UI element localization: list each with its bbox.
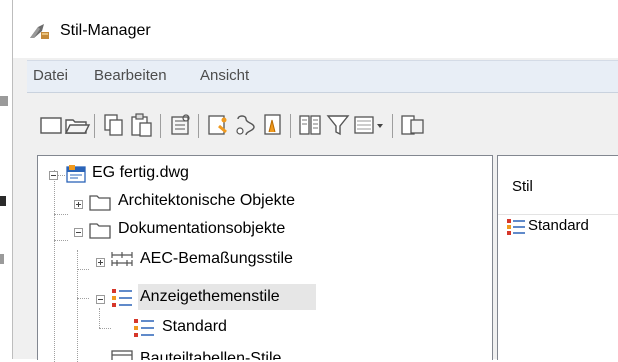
tree-item-documentation-objects[interactable]: Dokumentationsobjekte xyxy=(38,218,492,242)
tree-item-label: Standard xyxy=(162,318,227,335)
new-style-icon[interactable] xyxy=(204,111,232,139)
dimension-style-icon xyxy=(111,252,133,266)
toolbar-separator xyxy=(198,114,199,138)
filter-icon[interactable] xyxy=(324,111,352,139)
menu-ansicht[interactable]: Ansicht xyxy=(200,67,249,84)
toolbar-separator xyxy=(160,114,161,138)
tree-item-label: AEC-Bemaßungsstile xyxy=(140,250,293,267)
desktop-fragment xyxy=(0,96,8,106)
list-row[interactable]: Standard xyxy=(506,216,618,238)
tree-item-label: Dokumentationsobjekte xyxy=(118,220,286,237)
style-tree[interactable]: EG fertig.dwg Architektonische Objekte D… xyxy=(37,155,493,362)
title-bar[interactable]: Stil-Manager xyxy=(13,0,618,58)
display-theme-style-icon xyxy=(507,219,525,235)
style-manager-window: Stil-Manager Datei Bearbeiten Ansicht EG… xyxy=(12,0,618,362)
toolbar-separator xyxy=(392,114,393,138)
collapse-icon[interactable] xyxy=(96,295,105,304)
style-list-panel[interactable]: Stil Standard xyxy=(497,155,618,360)
toolbar-separator xyxy=(290,114,291,138)
edit-style-icon[interactable] xyxy=(232,111,260,139)
tree-item-schedule-table-styles[interactable]: Bauteiltabellen-Stile xyxy=(38,348,492,360)
compare-icon[interactable] xyxy=(296,111,324,139)
import-icon[interactable] xyxy=(260,111,288,139)
tree-item-label: EG fertig.dwg xyxy=(92,164,189,181)
expand-icon[interactable] xyxy=(74,200,83,209)
tree-item-standard[interactable]: Standard xyxy=(38,316,492,340)
purge-icon[interactable] xyxy=(166,111,194,139)
toolbar xyxy=(27,108,618,144)
menu-bearbeiten[interactable]: Bearbeiten xyxy=(94,67,167,84)
folder-icon xyxy=(89,195,111,211)
column-header-stil[interactable]: Stil xyxy=(498,156,618,215)
tree-item-root[interactable]: EG fertig.dwg xyxy=(38,162,492,186)
toolbar-separator xyxy=(94,114,95,138)
menu-bar: Datei Bearbeiten Ansicht xyxy=(27,60,618,93)
view-icon[interactable] xyxy=(352,111,388,139)
window-title: Stil-Manager xyxy=(60,22,151,39)
tree-guide-line xyxy=(54,214,68,215)
tree-item-label: Architektonische Objekte xyxy=(118,192,295,209)
tree-item-display-theme-styles[interactable]: Anzeigethemenstile xyxy=(38,286,492,310)
tree-guide-line xyxy=(58,175,65,176)
tree-item-aec-dimension-styles[interactable]: AEC-Bemaßungsstile xyxy=(38,248,492,272)
expand-icon[interactable] xyxy=(96,258,105,267)
collapse-icon[interactable] xyxy=(74,228,83,237)
tree-item-architectural-objects[interactable]: Architektonische Objekte xyxy=(38,190,492,214)
style-manager-app-icon xyxy=(30,24,49,39)
column-header-label: Stil xyxy=(512,178,533,195)
desktop-fragment xyxy=(0,196,6,206)
display-theme-style-icon xyxy=(112,289,132,307)
new-icon[interactable] xyxy=(37,111,65,139)
desktop-background xyxy=(0,0,12,359)
open-icon[interactable] xyxy=(63,111,91,139)
display-theme-style-icon xyxy=(134,319,154,337)
toggle-view-icon[interactable] xyxy=(398,111,426,139)
copy-icon[interactable] xyxy=(100,111,128,139)
drawing-file-icon xyxy=(66,165,86,183)
paste-icon[interactable] xyxy=(128,111,156,139)
desktop-fragment xyxy=(0,254,4,264)
collapse-icon[interactable] xyxy=(49,171,58,180)
menu-datei[interactable]: Datei xyxy=(33,67,68,84)
list-row-label: Standard xyxy=(528,217,589,234)
tree-item-label: Anzeigethemenstile xyxy=(140,288,280,305)
folder-icon xyxy=(89,223,111,239)
